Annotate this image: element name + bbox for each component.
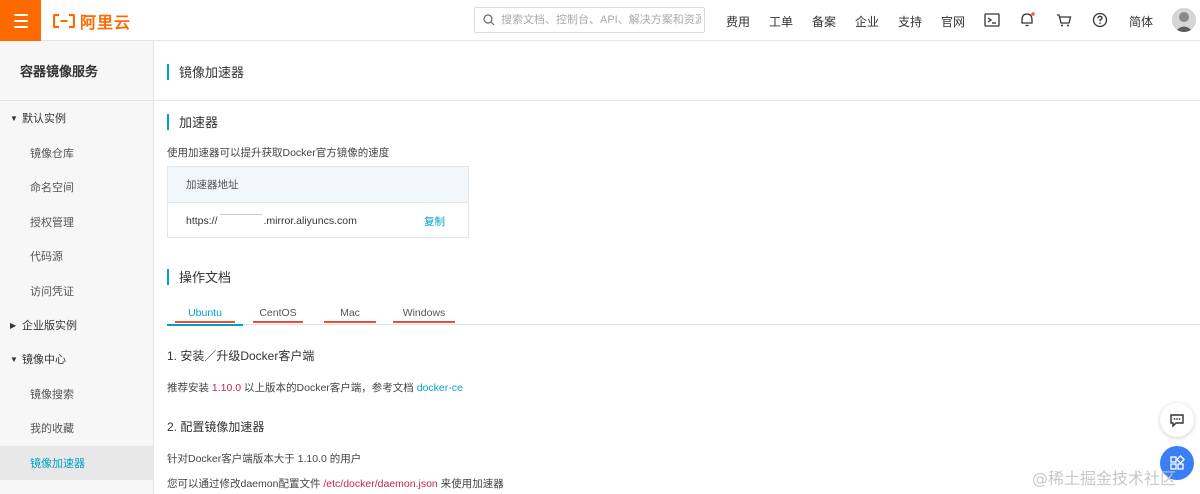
accelerator-table-header: 加速器地址 [168, 167, 468, 203]
global-search[interactable] [474, 7, 705, 33]
sidebar-item-favorites[interactable]: 我的收藏 [0, 411, 153, 445]
redacted-mask [219, 213, 262, 224]
nav-website[interactable]: 官网 [941, 13, 965, 30]
annotation-underline [393, 321, 455, 323]
sidebar-item-image-search[interactable]: 镜像搜索 [0, 377, 153, 411]
tab-label: Mac [340, 307, 360, 319]
bell-icon[interactable] [1018, 11, 1036, 29]
nav-billing[interactable]: 费用 [726, 13, 750, 30]
tab-active-indicator [167, 324, 243, 326]
sidebar-group-default-instance[interactable]: ▼ 默认实例 [0, 101, 153, 135]
nav-ticket[interactable]: 工单 [769, 13, 793, 30]
terminal-icon[interactable] [983, 11, 1001, 29]
main-content: 镜像加速器 加速器 使用加速器可以提升获取Docker官方镜像的速度 加速器地址… [154, 41, 1200, 494]
sidebar-item-code-source[interactable]: 代码源 [0, 239, 153, 273]
search-icon [483, 14, 495, 26]
nav-support[interactable]: 支持 [898, 13, 922, 30]
step2-text2: 您可以通过修改daemon配置文件 /etc/docker/daemon.jso… [167, 476, 504, 491]
aliyun-logo-icon [53, 13, 75, 29]
sidebar-item-authorization[interactable]: 授权管理 [0, 205, 153, 239]
caret-right-icon: ▶ [10, 320, 17, 330]
step1-text: 推荐安装 1.10.0 以上版本的Docker客户端，参考文档 docker-c… [167, 380, 463, 395]
sidebar-group-image-center[interactable]: ▼ 镜像中心 [0, 342, 153, 376]
accelerator-url-prefix: https:// [186, 214, 218, 227]
cart-icon[interactable] [1055, 11, 1073, 29]
aliyun-logo[interactable]: 阿里云 [53, 10, 131, 32]
tab-label: Ubuntu [188, 307, 222, 319]
sidebar-title: 容器镜像服务 [0, 41, 153, 101]
step1-text-b: 以上版本的Docker客户端，参考文档 [244, 382, 414, 394]
annotation-underline [175, 321, 235, 323]
accelerator-section-title: 加速器 [167, 112, 218, 131]
sidebar: 容器镜像服务 ▼ 默认实例 镜像仓库 命名空间 授权管理 代码源 访问凭证 ▶ … [0, 41, 154, 494]
daemon-json-path: /etc/docker/daemon.json [323, 478, 438, 490]
step1-version: 1.10.0 [211, 382, 242, 394]
tab-mac[interactable]: Mac [324, 307, 376, 324]
step2-text2-b: 来使用加速器 [440, 478, 504, 490]
menu-hamburger-icon[interactable] [0, 0, 41, 41]
chat-float-button[interactable] [1160, 403, 1194, 437]
step2-text1: 针对Docker客户端版本大于 1.10.0 的用户 [167, 453, 362, 465]
search-input[interactable] [501, 14, 701, 26]
step2-text2-a: 您可以通过修改daemon配置文件 [167, 478, 321, 490]
sidebar-group-label: 默认实例 [22, 113, 66, 125]
copy-button[interactable]: 复制 [424, 214, 445, 229]
sidebar-item-repositories[interactable]: 镜像仓库 [0, 136, 153, 170]
step1-text-a: 推荐安装 [167, 382, 209, 394]
tab-windows[interactable]: Windows [393, 307, 455, 324]
accelerator-description: 使用加速器可以提升获取Docker官方镜像的速度 [167, 147, 390, 159]
user-avatar[interactable] [1172, 8, 1196, 32]
help-icon[interactable] [1091, 11, 1109, 29]
watermark: @稀土掘金技术社区 [1032, 469, 1177, 488]
caret-down-icon: ▼ [10, 354, 18, 364]
language-switch[interactable]: 简体 [1129, 13, 1153, 30]
user-avatar-icon [1172, 8, 1196, 32]
tab-centos[interactable]: CentOS [250, 307, 306, 324]
docs-section-title: 操作文档 [167, 267, 231, 286]
nav-enterprise[interactable]: 企业 [855, 13, 879, 30]
step1-title: 1. 安装／升级Docker客户端 [167, 349, 315, 363]
tab-label: Windows [402, 307, 446, 319]
top-bar: 阿里云 费用 工单 备案 企业 支持 官网 简体 [0, 0, 1200, 41]
step2-title: 2. 配置镜像加速器 [167, 420, 265, 434]
chat-icon [1170, 414, 1184, 428]
annotation-underline [324, 321, 376, 323]
accelerator-url-row: https:// .mirror.aliyuncs.com 复制 [168, 203, 468, 238]
sidebar-item-mirror-accelerator[interactable]: 镜像加速器 [0, 446, 153, 480]
accelerator-url-suffix: .mirror.aliyuncs.com [263, 214, 357, 227]
accelerator-table: 加速器地址 https:// .mirror.aliyuncs.com 复制 [167, 166, 469, 238]
logo-text: 阿里云 [80, 15, 132, 32]
tab-label: CentOS [259, 307, 297, 319]
tab-ubuntu[interactable]: Ubuntu [167, 307, 243, 326]
page-header: 镜像加速器 [154, 41, 1200, 101]
sidebar-group-enterprise-instance[interactable]: ▶ 企业版实例 [0, 308, 153, 342]
caret-down-icon: ▼ [10, 113, 18, 123]
sidebar-group-label: 镜像中心 [22, 354, 66, 366]
sidebar-group-label: 企业版实例 [22, 320, 77, 332]
sidebar-item-namespaces[interactable]: 命名空间 [0, 170, 153, 204]
docker-ce-link[interactable]: docker-ce [417, 382, 463, 394]
annotation-underline [253, 321, 303, 323]
nav-icp[interactable]: 备案 [812, 13, 836, 30]
os-tabs: Ubuntu CentOS Mac Windows [167, 307, 1200, 326]
sidebar-item-access-credential[interactable]: 访问凭证 [0, 274, 153, 308]
page-title: 镜像加速器 [167, 62, 244, 81]
